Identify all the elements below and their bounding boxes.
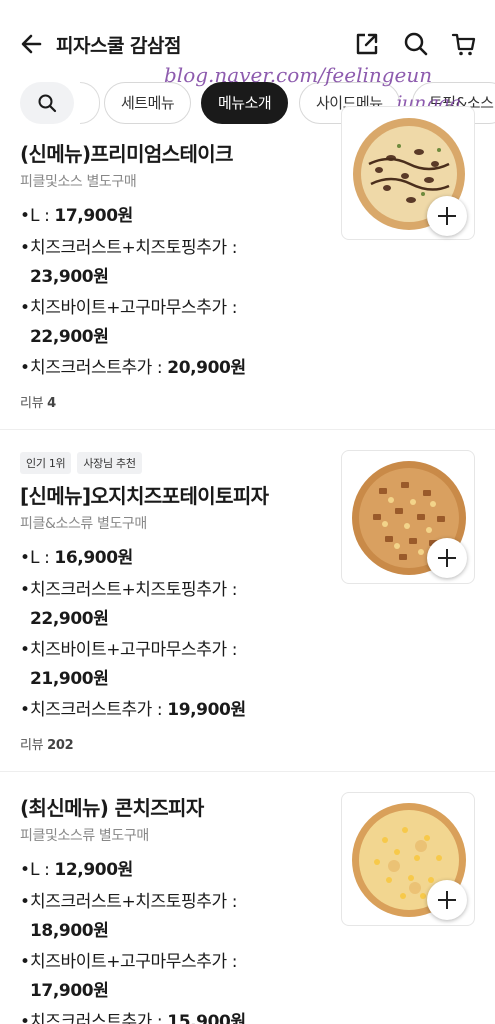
price-line: •치즈바이트+고구마무스추가 :	[20, 952, 238, 972]
add-to-cart-button[interactable]	[427, 538, 467, 578]
price-value: 23,900원	[30, 267, 109, 287]
price-value: 22,900원	[30, 327, 109, 347]
page-title: 피자스쿨 감삼점	[56, 35, 181, 57]
menu-item[interactable]: (신메뉴)프리미엄스테이크 피클및소스 별도구매 •L : 17,900원 •치…	[0, 106, 495, 430]
search-icon	[38, 94, 57, 113]
cart-button[interactable]	[450, 30, 478, 58]
price-value: 17,900원	[30, 981, 109, 1001]
badge-owner-pick: 사장님 추천	[77, 452, 142, 474]
price-line: •치즈크러스트추가 : 15,900원	[20, 1012, 246, 1024]
tab-set-menu[interactable]: 세트메뉴	[104, 82, 192, 124]
badge-popular: 인기 1위	[20, 452, 72, 474]
tab-menu-intro[interactable]: 메뉴소개	[201, 82, 289, 124]
search-icon	[404, 32, 428, 56]
price-line: •치즈바이트+고구마무스추가 :	[20, 640, 238, 660]
price-value: 21,900원	[30, 669, 109, 689]
price-line: •치즈크러스트추가 : 19,900원	[20, 700, 246, 720]
review-count: 리뷰 202	[20, 738, 74, 753]
add-to-cart-button[interactable]	[427, 196, 467, 236]
review-count: 리뷰 4	[20, 396, 56, 411]
menu-list: (신메뉴)프리미엄스테이크 피클및소스 별도구매 •L : 17,900원 •치…	[0, 106, 495, 1024]
cart-icon	[451, 33, 476, 56]
menu-item[interactable]: 인기 1위 사장님 추천 [신메뉴]오지치즈포테이토피자 피클&소스류 별도구매…	[0, 430, 495, 772]
tab-search-button[interactable]	[20, 82, 74, 124]
search-button[interactable]	[402, 30, 430, 58]
add-to-cart-button[interactable]	[427, 880, 467, 920]
app-header: 피자스쿨 감삼점	[0, 0, 495, 88]
arrow-left-icon	[21, 34, 42, 54]
price-line: •치즈크러스트추가 : 20,900원	[20, 358, 246, 378]
menu-item[interactable]: (최신메뉴) 콘치즈피자 피클및소스류 별도구매 •L : 12,900원 •치…	[0, 772, 495, 1024]
price-line: •치즈바이트+고구마무스추가 :	[20, 298, 238, 318]
share-button[interactable]	[353, 30, 381, 58]
back-button[interactable]	[18, 30, 46, 58]
share-icon	[356, 33, 378, 55]
price-value: 22,900원	[30, 609, 109, 629]
tab-scroll-edge	[80, 82, 100, 124]
